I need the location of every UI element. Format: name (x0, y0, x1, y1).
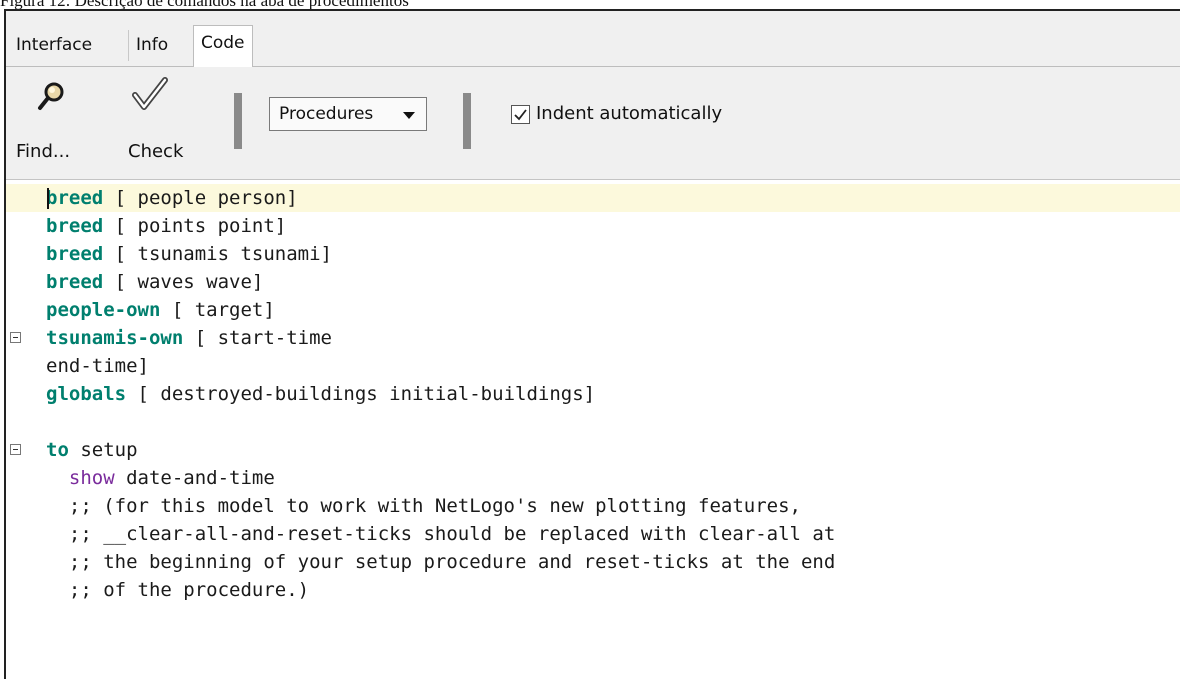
indent-label[interactable]: Indent automatically (536, 100, 722, 128)
code-keyword: breed (46, 271, 104, 293)
code-rest: end-time] (46, 355, 149, 377)
code-rest: setup (68, 439, 138, 461)
find-button[interactable]: Find... (12, 67, 82, 177)
code-text: breed [ people person] (46, 184, 298, 212)
code-line[interactable]: end-time] (6, 352, 1180, 380)
code-line[interactable]: ;; the beginning of your setup procedure… (6, 548, 1180, 576)
magnifier-icon (38, 82, 64, 110)
code-rest: [ people person] (103, 187, 298, 209)
code-text: tsunamis-own [ start-time (46, 324, 332, 352)
check-label: Check (128, 141, 184, 162)
tab-code[interactable]: Code (193, 25, 253, 68)
code-keyword: breed (46, 243, 104, 265)
fold-toggle-icon[interactable] (10, 332, 21, 343)
code-text: people-own [ target] (46, 296, 275, 324)
code-line[interactable]: breed [ tsunamis tsunami] (6, 240, 1180, 268)
code-rest: [ tsunamis tsunami] (103, 243, 332, 265)
checkmark-icon (514, 109, 527, 121)
code-rest: [ waves wave] (103, 271, 264, 293)
code-editor[interactable]: breed [ people person] breed [ points poi… (6, 180, 1180, 690)
code-line[interactable]: ;; __clear-all-and-reset-ticks should be… (6, 520, 1180, 548)
code-keyword: globals (46, 383, 127, 405)
code-line[interactable]: ;; of the procedure.) (6, 576, 1180, 604)
toolbar-separator (463, 93, 471, 149)
code-line[interactable]: globals [ destroyed-buildings initial-bu… (6, 380, 1180, 408)
toolbar-separator (234, 93, 242, 149)
tab-bar: Interface Info Code (6, 11, 1180, 68)
code-line[interactable]: breed [ points point] (6, 212, 1180, 240)
code-text: show date-and-time (46, 464, 275, 492)
checkmark-icon (132, 77, 168, 110)
procedures-label: Procedures (279, 104, 374, 124)
tab-interface[interactable]: Interface (9, 30, 99, 61)
code-line[interactable]: tsunamis-own [ start-time (6, 324, 1180, 352)
code-rest: date-and-time (114, 467, 275, 489)
code-rest: [ target] (160, 299, 275, 321)
text-cursor (47, 188, 49, 209)
code-rest: [ start-time (183, 327, 332, 349)
indent-checkbox[interactable] (511, 105, 530, 124)
code-rest: ;; (for this model to work with NetLogo'… (46, 495, 801, 517)
check-button[interactable]: Check (118, 67, 198, 177)
code-keyword: tsunamis-own (46, 327, 184, 349)
code-rest: ;; __clear-all-and-reset-ticks should be… (46, 523, 836, 545)
code-line[interactable]: ;; (for this model to work with NetLogo'… (6, 492, 1180, 520)
procedures-dropdown[interactable]: Procedures (269, 97, 427, 131)
code-text: ;; __clear-all-and-reset-ticks should be… (46, 520, 835, 548)
code-text: breed [ points point] (46, 212, 286, 240)
fold-toggle-icon[interactable] (10, 444, 21, 455)
toolbar: Find... Check Procedures Indent automati… (6, 67, 1180, 180)
code-rest: [ points point] (103, 215, 287, 237)
code-line[interactable] (6, 408, 1180, 436)
code-text: breed [ tsunamis tsunami] (46, 240, 332, 268)
code-rest: ;; of the procedure.) (46, 579, 310, 601)
chevron-down-icon (403, 112, 415, 119)
code-text: end-time] (46, 352, 149, 380)
code-keyword: to (46, 439, 69, 461)
code-rest: [ destroyed-buildings initial-buildings] (126, 383, 596, 405)
code-line[interactable]: breed [ people person] (6, 184, 1180, 212)
code-line[interactable]: show date-and-time (6, 464, 1180, 492)
code-text: ;; the beginning of your setup procedure… (46, 548, 835, 576)
code-keyword: people-own (46, 299, 161, 321)
netlogo-window: Interface Info Code Find... Check Proced… (4, 9, 1180, 690)
code-line[interactable]: people-own [ target] (6, 296, 1180, 324)
code-line[interactable]: breed [ waves wave] (6, 268, 1180, 296)
code-keyword: breed (46, 187, 104, 209)
figure-caption: Figura 12: Descrição de comandos na aba … (0, 0, 1182, 9)
code-line[interactable]: to setup (6, 436, 1180, 464)
code-text: breed [ waves wave] (46, 268, 263, 296)
code-text: to setup (46, 436, 138, 464)
code-text: ;; (for this model to work with NetLogo'… (46, 492, 801, 520)
code-rest: ;; the beginning of your setup procedure… (46, 551, 836, 573)
find-label: Find... (16, 141, 71, 162)
tab-info[interactable]: Info (128, 30, 175, 61)
code-text: ;; of the procedure.) (46, 576, 309, 604)
code-keyword: show (46, 467, 115, 489)
code-text: globals [ destroyed-buildings initial-bu… (46, 380, 595, 408)
code-keyword: breed (46, 215, 104, 237)
